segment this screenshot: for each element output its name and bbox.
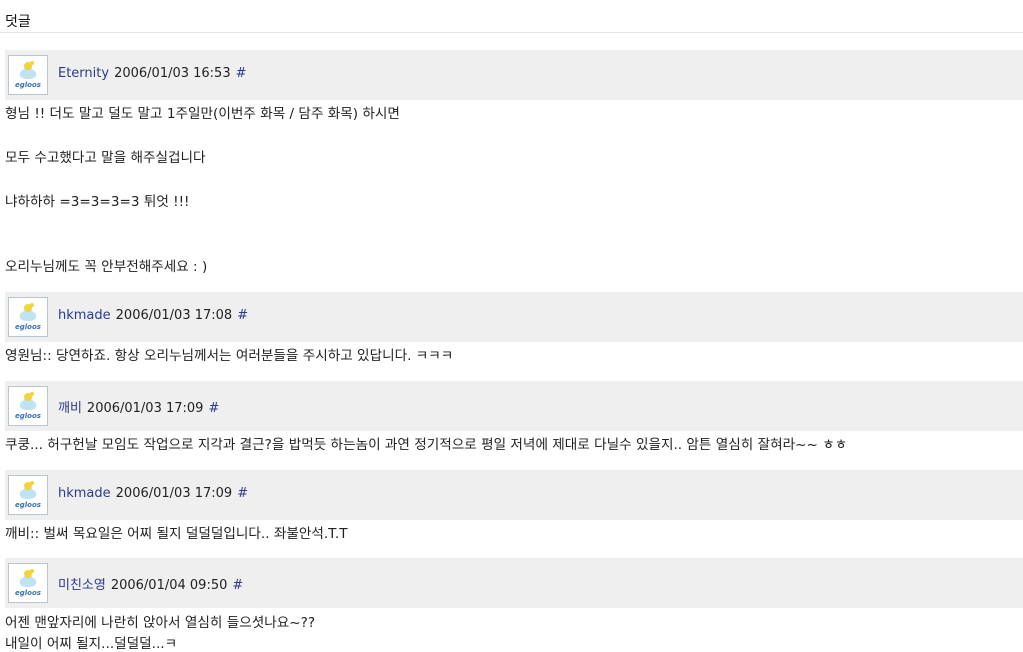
section-title: 덧글: [5, 14, 31, 30]
comment-author-link[interactable]: 미친소영: [58, 578, 106, 593]
comment-text-line: 깨비:: 벌써 목요일은 어찌 될지 덜덜덜입니다.. 좌불안석.T.T: [5, 526, 348, 542]
comment-author-link[interactable]: hkmade: [58, 308, 111, 323]
avatar-label: egloos: [15, 589, 41, 597]
comment-date: 2006/01/03 17:09: [115, 486, 233, 501]
avatar-label: egloos: [15, 412, 41, 420]
comment-text-line: 냐하하하 =3=3=3=3 튀엇 !!!: [5, 194, 190, 210]
comment-header: egloos Eternity 2006/01/03 16:53 #: [5, 50, 1023, 100]
comment-header: egloos hkmade 2006/01/03 17:08 #: [5, 292, 1023, 342]
comment-text-line: 내일이 어찌 될지...덜덜덜...ㅋ: [5, 636, 178, 652]
comment-header: egloos 미친소영 2006/01/04 09:50 #: [5, 558, 1023, 608]
comment-author-link[interactable]: hkmade: [58, 486, 111, 501]
egloos-logo-icon: egloos: [15, 392, 41, 420]
comment-meta: hkmade 2006/01/03 17:08 #: [58, 308, 248, 323]
comment-date: 2006/01/03 17:09: [86, 401, 204, 416]
comment-meta: hkmade 2006/01/03 17:09 #: [58, 486, 248, 501]
avatar[interactable]: egloos: [8, 475, 48, 515]
avatar-label: egloos: [15, 323, 41, 331]
comment-permalink[interactable]: #: [232, 578, 243, 593]
egloos-logo-icon: egloos: [15, 61, 41, 89]
avatar[interactable]: egloos: [8, 386, 48, 426]
avatar[interactable]: egloos: [8, 297, 48, 337]
comment-permalink[interactable]: #: [208, 401, 219, 416]
comment-permalink[interactable]: #: [237, 486, 248, 501]
comment-date: 2006/01/03 16:53: [114, 66, 231, 81]
comment-text-line: 오리누님께도 꼭 안부전해주세요 : ): [5, 259, 208, 275]
comment-header: egloos hkmade 2006/01/03 17:09 #: [5, 470, 1023, 520]
comment-date: 2006/01/04 09:50: [110, 578, 228, 593]
comment-header: egloos 깨비 2006/01/03 17:09 #: [5, 381, 1023, 431]
avatar-label: egloos: [15, 81, 41, 89]
comment-meta: Eternity 2006/01/03 16:53 #: [58, 66, 247, 81]
title-divider: [0, 32, 1023, 33]
avatar-label: egloos: [15, 501, 41, 509]
egloos-logo-icon: egloos: [15, 303, 41, 331]
avatar[interactable]: egloos: [8, 55, 48, 95]
comment-text-line: 모두 수고했다고 말을 해주실겁니다: [5, 150, 206, 166]
comment-permalink[interactable]: #: [236, 66, 247, 81]
egloos-logo-icon: egloos: [15, 569, 41, 597]
comment-date: 2006/01/03 17:08: [115, 308, 233, 323]
comment-text-line: 영원님:: 당연하죠. 항상 오리누님께서는 여러분들을 주시하고 있답니다. …: [5, 348, 454, 364]
avatar[interactable]: egloos: [8, 563, 48, 603]
comment-meta: 깨비 2006/01/03 17:09 #: [58, 397, 219, 416]
comment-text-line: 형님 !! 더도 말고 덜도 말고 1주일만(이번주 화목 / 담주 화목) 하…: [5, 106, 400, 122]
egloos-logo-icon: egloos: [15, 481, 41, 509]
comment-meta: 미친소영 2006/01/04 09:50 #: [58, 574, 243, 593]
comment-text-line: 쿠쿵... 허구헌날 모임도 작업으로 지각과 결근?을 밥먹듯 하는놈이 과연…: [5, 437, 848, 453]
comment-text-line: 어젠 맨앞자리에 나란히 앉아서 열심히 들으셧나요~??: [5, 615, 316, 631]
comment-author-link[interactable]: 깨비: [58, 401, 82, 416]
comment-permalink[interactable]: #: [237, 308, 248, 323]
comment-author-link[interactable]: Eternity: [58, 66, 109, 81]
